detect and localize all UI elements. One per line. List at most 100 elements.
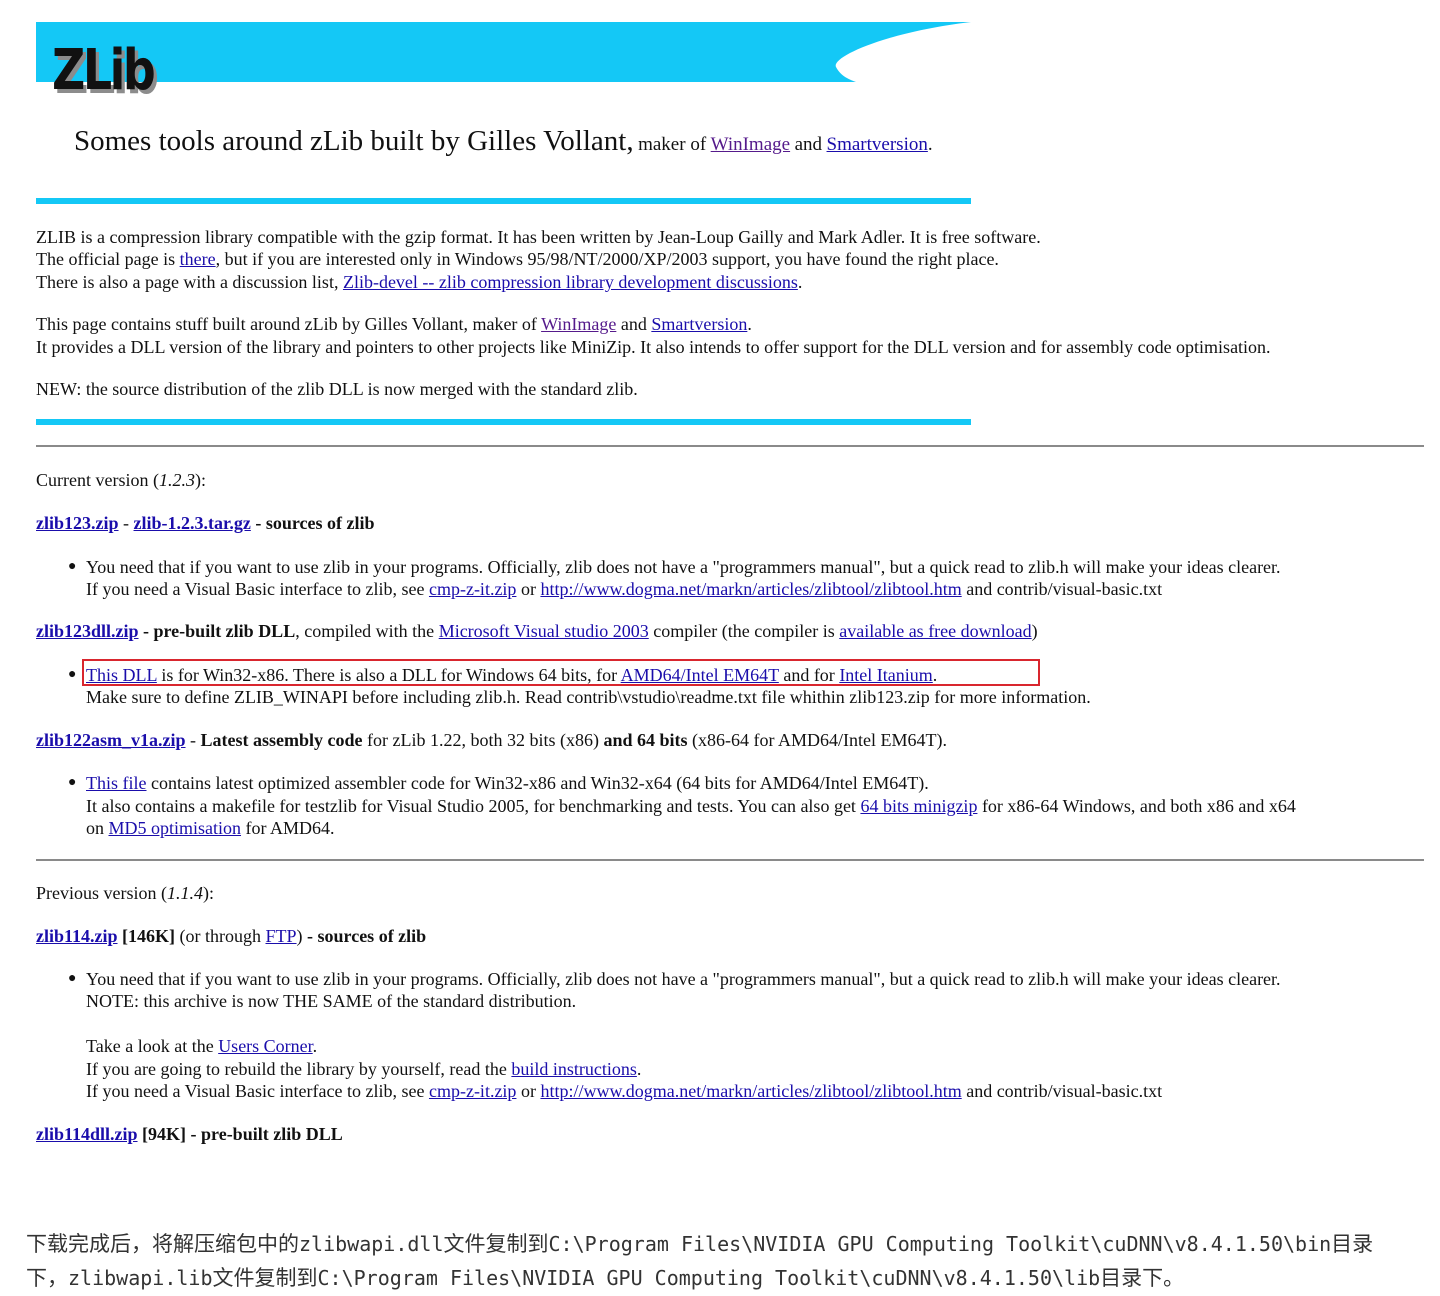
dll-desc-2: compiler (the compiler is [648, 621, 840, 641]
previous-heading-end: ): [202, 883, 214, 903]
current-version-heading: Current version (1.2.3): [36, 469, 206, 491]
build-text: If you are going to rebuild the library … [86, 1059, 512, 1079]
banner-cyan-shape [36, 22, 971, 82]
asm-bullet-3-rest: for AMD64. [241, 818, 335, 838]
link-zlib-tar-gz[interactable]: zlib-1.2.3.tar.gz [134, 513, 251, 533]
intro-p2-rest: , but if you are interested only in Wind… [215, 249, 999, 269]
bullet-icon: ● [68, 971, 77, 986]
previous-version-number: 1.1.4 [166, 883, 203, 903]
previous-src-bullet-5: If you need a Visual Basic interface to … [86, 1080, 1162, 1102]
link-build-instructions[interactable]: build instructions [511, 1059, 637, 1079]
previous-dll-desc: - pre-built zlib DLL [186, 1124, 343, 1144]
previous-src-bullet-3: Take a look at the Users Corner. [86, 1035, 317, 1057]
link-64-bits-minigzip[interactable]: 64 bits minigzip [860, 796, 977, 816]
asm-bullet-2-text: It also contains a makefile for testzlib… [86, 796, 861, 816]
src-desc: - sources of zlib [250, 513, 375, 533]
tagline-maker: maker of [638, 134, 707, 155]
link-winimage[interactable]: WinImage [541, 314, 616, 334]
tagline-period: . [927, 134, 933, 155]
note-text-6: 目录下。 [1100, 1266, 1185, 1290]
note-text-3: 目录 [1331, 1232, 1374, 1256]
link-there[interactable]: there [180, 249, 216, 269]
intro-p2: The official page is there, but if you a… [36, 248, 999, 270]
previous-src-row: zlib114.zip [146K] (or through FTP) - so… [36, 925, 426, 947]
current-asm-bullet-2: It also contains a makefile for testzlib… [86, 795, 1296, 817]
previous-dll-row: zlib114dll.zip [94K] - pre-built zlib DL… [36, 1123, 343, 1145]
tagline-and: and [794, 134, 823, 155]
link-smartversion-banner[interactable]: Smartversion [827, 134, 928, 155]
install-note-line-1: 下载完成后，将解压缩包中的zlibwapi.dll文件复制到C:\Program… [26, 1228, 1373, 1260]
note-code-dll: zlibwapi.dll [299, 1232, 444, 1256]
asm-bullet-2-rest: for x86-64 Windows, and both x86 and x64 [977, 796, 1296, 816]
divider-grey-2 [36, 859, 1424, 861]
current-asm-bullet-1: This file contains latest optimized asse… [86, 772, 929, 794]
asm-bold-2: and 64 bits [603, 730, 688, 750]
link-dogma-zlibtool-2[interactable]: http://www.dogma.net/markn/articles/zlib… [540, 1081, 961, 1101]
previous-heading-text: Previous version ( [36, 883, 167, 903]
link-zlib123-zip[interactable]: zlib123.zip [36, 513, 119, 533]
link-zlib122asm[interactable]: zlib122asm_v1a.zip [36, 730, 186, 750]
vb-text: If you need a Visual Basic interface to … [86, 579, 429, 599]
note-code-bin-path: C:\Program Files\NVIDIA GPU Computing To… [548, 1232, 1332, 1256]
vb-rest: and contrib/visual-basic.txt [961, 579, 1163, 599]
link-smartversion[interactable]: Smartversion [651, 314, 747, 334]
dll-file-size: [94K] [137, 1124, 187, 1144]
intro-p1: ZLIB is a compression library compatible… [36, 227, 1041, 247]
bullet-icon: ● [68, 559, 77, 574]
previous-src-bullet-4: If you are going to rebuild the library … [86, 1058, 641, 1080]
intro-p4-and: and [616, 314, 652, 334]
file-size: [146K] [117, 926, 176, 946]
intro-p3-text: There is also a page with a discussion l… [36, 272, 343, 292]
link-cmp-z-it-2[interactable]: cmp-z-it.zip [429, 1081, 516, 1101]
zlib-logo: ZLib [52, 38, 156, 103]
bullet-icon: ● [68, 667, 77, 682]
link-this-file[interactable]: This file [86, 773, 147, 793]
link-free-download[interactable]: available as free download [839, 621, 1031, 641]
asm-sep: - [185, 730, 201, 750]
intro-p4-text: This page contains stuff built around zL… [36, 314, 542, 334]
via-text: (or through [175, 926, 266, 946]
tagline-main: Somes tools around zLib built by Gilles … [74, 125, 634, 157]
asm-bold: Latest assembly code [200, 730, 363, 750]
asm-desc: for zLib 1.22, both 32 bits (x86) [362, 730, 604, 750]
intro-p5: It provides a DLL version of the library… [36, 337, 1271, 357]
previous-src-desc: - sources of zlib [302, 926, 427, 946]
previous-src-bullet-1: You need that if you want to use zlib in… [86, 969, 1281, 989]
link-dogma-zlibtool[interactable]: http://www.dogma.net/markn/articles/zlib… [540, 579, 961, 599]
link-zlib114dll-zip[interactable]: zlib114dll.zip [36, 1124, 138, 1144]
link-md5-optimisation[interactable]: MD5 optimisation [109, 818, 242, 838]
link-zlib-devel[interactable]: Zlib-devel -- zlib compression library d… [343, 272, 798, 292]
intro-p3-rest: . [797, 272, 803, 292]
current-asm-row: zlib122asm_v1a.zip - Latest assembly cod… [36, 729, 947, 751]
vb-text-2: If you need a Visual Basic interface to … [86, 1081, 429, 1101]
previous-src-bullet-2: NOTE: this archive is now THE SAME of th… [86, 991, 577, 1011]
intro-p6: NEW: the source distribution of the zlib… [36, 379, 638, 399]
intro-p4-rest: . [747, 314, 752, 334]
link-msvs-2003[interactable]: Microsoft Visual studio 2003 [439, 621, 649, 641]
divider-cyan-top [36, 198, 971, 204]
current-dll-bullet-2: Make sure to define ZLIB_WINAPI before i… [86, 687, 1091, 707]
users-corner-end: . [312, 1036, 318, 1056]
link-ftp[interactable]: FTP [266, 926, 297, 946]
dll-desc: , compiled with the [295, 621, 439, 641]
tagline: Somes tools around zLib built by Gilles … [74, 124, 933, 162]
previous-version-heading: Previous version (1.1.4): [36, 882, 214, 904]
current-asm-bullet-3: on MD5 optimisation for AMD64. [86, 817, 335, 839]
dll-desc-3: ) [1031, 621, 1038, 641]
note-text-5: 文件复制到 [212, 1266, 318, 1290]
link-users-corner[interactable]: Users Corner [218, 1036, 312, 1056]
bullet-icon: ● [68, 775, 77, 790]
dll-desc-bold: - pre-built zlib DLL [138, 621, 296, 641]
link-cmp-z-it[interactable]: cmp-z-it.zip [429, 579, 516, 599]
note-text-1: 下载完成后，将解压缩包中的 [26, 1232, 299, 1256]
vb-rest-2: and contrib/visual-basic.txt [961, 1081, 1163, 1101]
link-zlib114-zip[interactable]: zlib114.zip [36, 926, 118, 946]
current-src-bullet-1: You need that if you want to use zlib in… [86, 557, 1281, 577]
current-version-number: 1.2.3 [158, 470, 195, 490]
current-heading-text: Current version ( [36, 470, 159, 490]
vb-or: or [516, 579, 541, 599]
link-zlib123dll-zip[interactable]: zlib123dll.zip [36, 621, 139, 641]
intro-p3: There is also a page with a discussion l… [36, 271, 802, 293]
link-winimage-banner[interactable]: WinImage [711, 134, 790, 155]
build-end: . [636, 1059, 642, 1079]
